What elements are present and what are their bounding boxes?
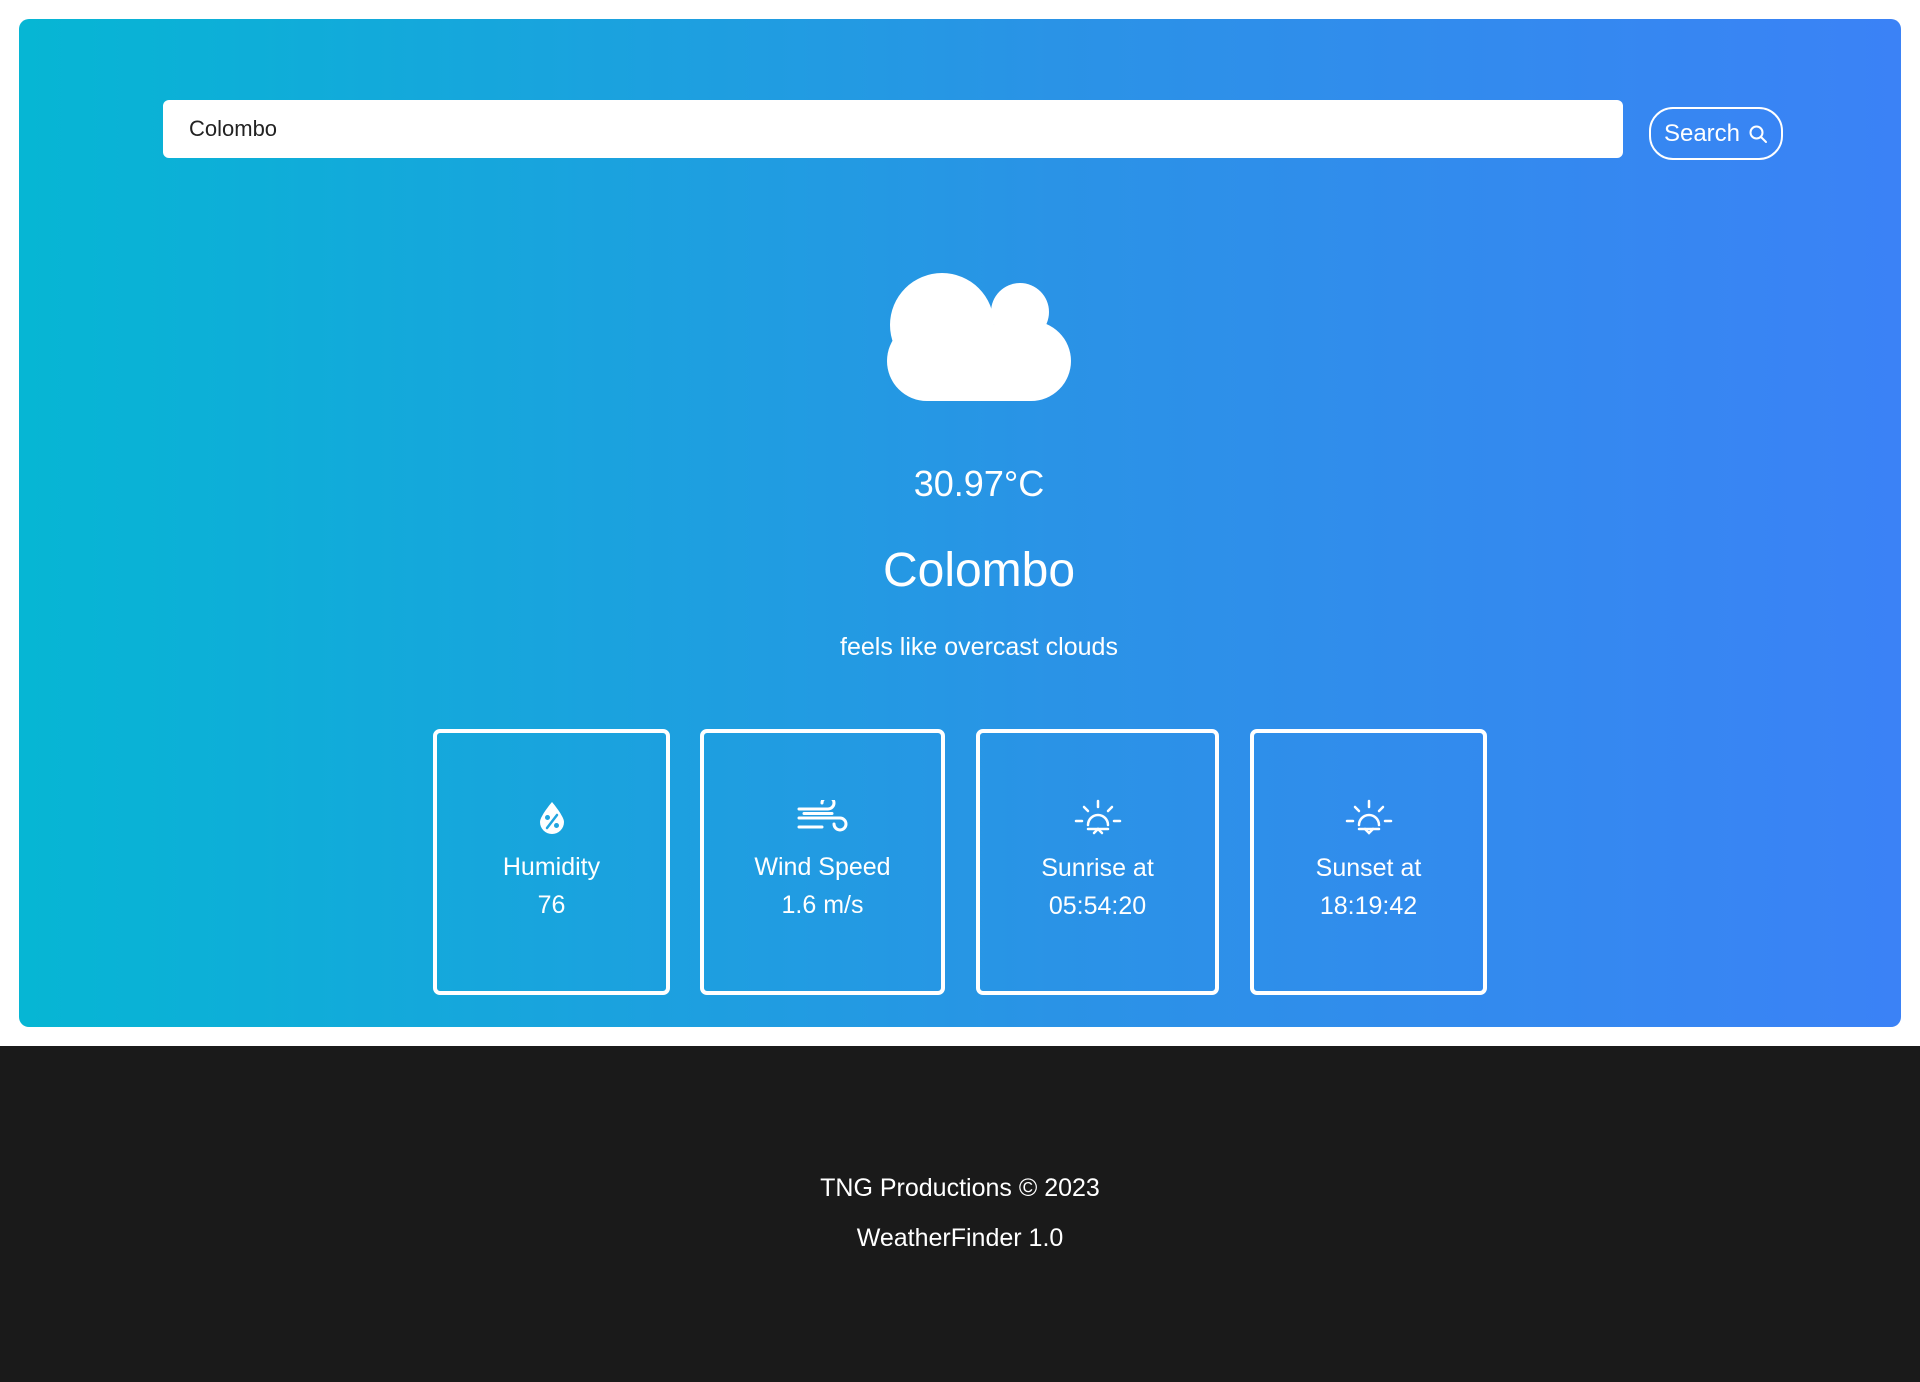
search-button-label: Search xyxy=(1663,119,1741,147)
humidity-icon xyxy=(539,802,564,834)
stat-label: Sunrise at xyxy=(1041,854,1154,882)
footer-copyright: TNG Productions © 2023 xyxy=(820,1174,1100,1202)
wind-icon xyxy=(797,800,847,832)
sunrise-icon xyxy=(1074,799,1121,835)
footer-app-version: WeatherFinder 1.0 xyxy=(856,1224,1064,1252)
weather-panel: Search 30.97°C Colombo feels like overca… xyxy=(19,19,1901,1027)
cloud-icon xyxy=(877,257,1081,401)
sunrise-card: Sunrise at 05:54:20 xyxy=(976,729,1219,995)
humidity-card: Humidity 76 xyxy=(433,729,670,995)
stat-label: Wind Speed xyxy=(754,853,891,881)
sunset-icon xyxy=(1345,799,1392,835)
stat-value: 05:54:20 xyxy=(1048,892,1147,920)
stat-label: Humidity xyxy=(502,853,601,881)
search-icon xyxy=(1748,124,1768,144)
stat-value: 76 xyxy=(537,891,566,919)
stat-value: 18:19:42 xyxy=(1319,892,1418,920)
city-name: Colombo xyxy=(882,544,1076,597)
sunset-card: Sunset at 18:19:42 xyxy=(1250,729,1487,995)
temperature: 30.97°C xyxy=(913,463,1045,504)
stat-value: 1.6 m/s xyxy=(781,891,864,919)
search-input[interactable] xyxy=(163,100,1623,158)
stat-label: Sunset at xyxy=(1315,854,1422,882)
search-button[interactable]: Search xyxy=(1649,107,1783,160)
wind-speed-card: Wind Speed 1.6 m/s xyxy=(700,729,945,995)
footer: TNG Productions © 2023 WeatherFinder 1.0 xyxy=(0,1046,1920,1382)
weather-description: feels like overcast clouds xyxy=(840,633,1118,661)
